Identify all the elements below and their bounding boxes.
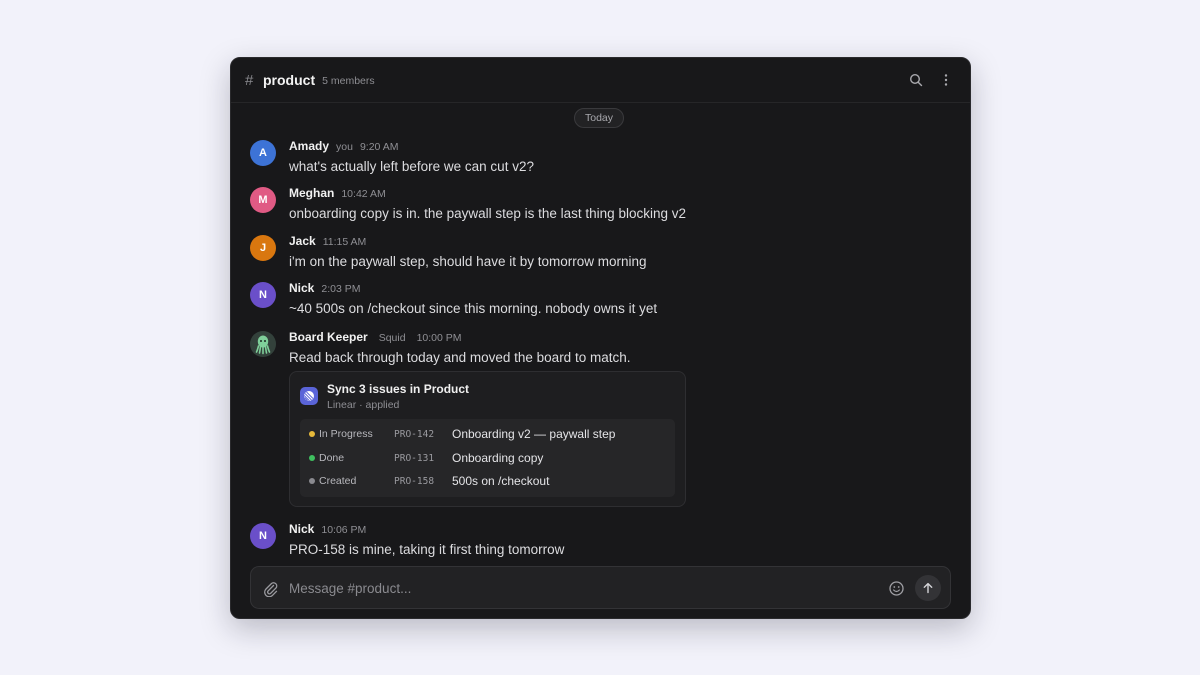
- message-text: i'm on the paywall step, should have it …: [289, 254, 647, 269]
- issue-row[interactable]: Created PRO-158 500s on /checkout: [300, 470, 675, 492]
- status-dot: [309, 431, 315, 437]
- status-dot: [309, 455, 315, 461]
- avatar[interactable]: M: [250, 187, 276, 213]
- send-arrow-icon: [923, 582, 933, 594]
- avatar[interactable]: N: [250, 282, 276, 308]
- message-author[interactable]: Nick: [289, 522, 314, 536]
- date-divider: Today: [574, 108, 625, 128]
- message-timestamp: 10:42 AM: [341, 188, 386, 200]
- message-author[interactable]: Jack: [289, 234, 316, 248]
- hash-icon: #: [245, 71, 254, 89]
- message-text: ~40 500s on /checkout since this morning…: [289, 301, 658, 316]
- issue-title[interactable]: 500s on /checkout: [452, 474, 549, 488]
- card-subtitle: Linear · applied: [327, 399, 400, 411]
- message-text: Read back through today and moved the bo…: [289, 350, 631, 365]
- message-composer: [250, 566, 951, 609]
- squid-icon[interactable]: [250, 331, 276, 357]
- smiley-icon[interactable]: [888, 580, 905, 597]
- paperclip-icon[interactable]: [262, 580, 279, 598]
- issue-row[interactable]: Done PRO-131 Onboarding copy: [300, 447, 675, 469]
- bot-tag: Squid: [378, 332, 406, 344]
- message-timestamp: 10:06 PM: [321, 524, 367, 536]
- send-button[interactable]: [915, 575, 941, 601]
- issue-table: In Progress PRO-142 Onboarding v2 — payw…: [300, 419, 675, 497]
- chat-window: # product 5 members Today A Amady you 9:…: [230, 57, 971, 619]
- issue-id[interactable]: PRO-142: [394, 429, 434, 440]
- issue-id[interactable]: PRO-131: [394, 453, 434, 464]
- issue-row[interactable]: In Progress PRO-142 Onboarding v2 — payw…: [300, 423, 675, 445]
- search-icon[interactable]: [908, 72, 924, 88]
- channel-name[interactable]: product: [263, 72, 315, 88]
- card-title: Sync 3 issues in Product: [327, 382, 470, 396]
- issue-status: Created: [319, 475, 357, 487]
- message-text: PRO-158 is mine, taking it first thing t…: [289, 542, 565, 557]
- more-vertical-icon[interactable]: [938, 72, 954, 88]
- message-author[interactable]: Meghan: [289, 186, 334, 200]
- message-timestamp: 2:03 PM: [321, 283, 361, 295]
- message-text: onboarding copy is in. the paywall step …: [289, 206, 686, 221]
- issue-id[interactable]: PRO-158: [394, 476, 434, 487]
- issue-status: In Progress: [319, 428, 373, 440]
- message-author[interactable]: Amady: [289, 139, 329, 153]
- message-timestamp: 10:00 PM: [416, 332, 462, 344]
- avatar[interactable]: J: [250, 235, 276, 261]
- message-timestamp: 11:15 AM: [322, 236, 367, 248]
- message-timestamp: 9:20 AM: [359, 141, 399, 153]
- issue-status: Done: [319, 452, 345, 464]
- message-author[interactable]: Board Keeper: [289, 330, 368, 344]
- issue-title[interactable]: Onboarding v2 — paywall step: [452, 427, 615, 441]
- channel-header: # product 5 members: [231, 58, 970, 103]
- sync-card[interactable]: Sync 3 issues in Product Linear · applie…: [289, 371, 686, 507]
- status-dot: [309, 478, 315, 484]
- member-count[interactable]: 5 members: [322, 75, 375, 87]
- message-author[interactable]: Nick: [289, 281, 314, 295]
- you-tag: you: [336, 141, 353, 153]
- avatar[interactable]: A: [250, 140, 276, 166]
- message-text: what's actually left before we can cut v…: [289, 159, 534, 174]
- linear-icon: [300, 387, 318, 405]
- issue-title[interactable]: Onboarding copy: [452, 451, 543, 465]
- message-input[interactable]: [289, 577, 869, 599]
- avatar[interactable]: N: [250, 523, 276, 549]
